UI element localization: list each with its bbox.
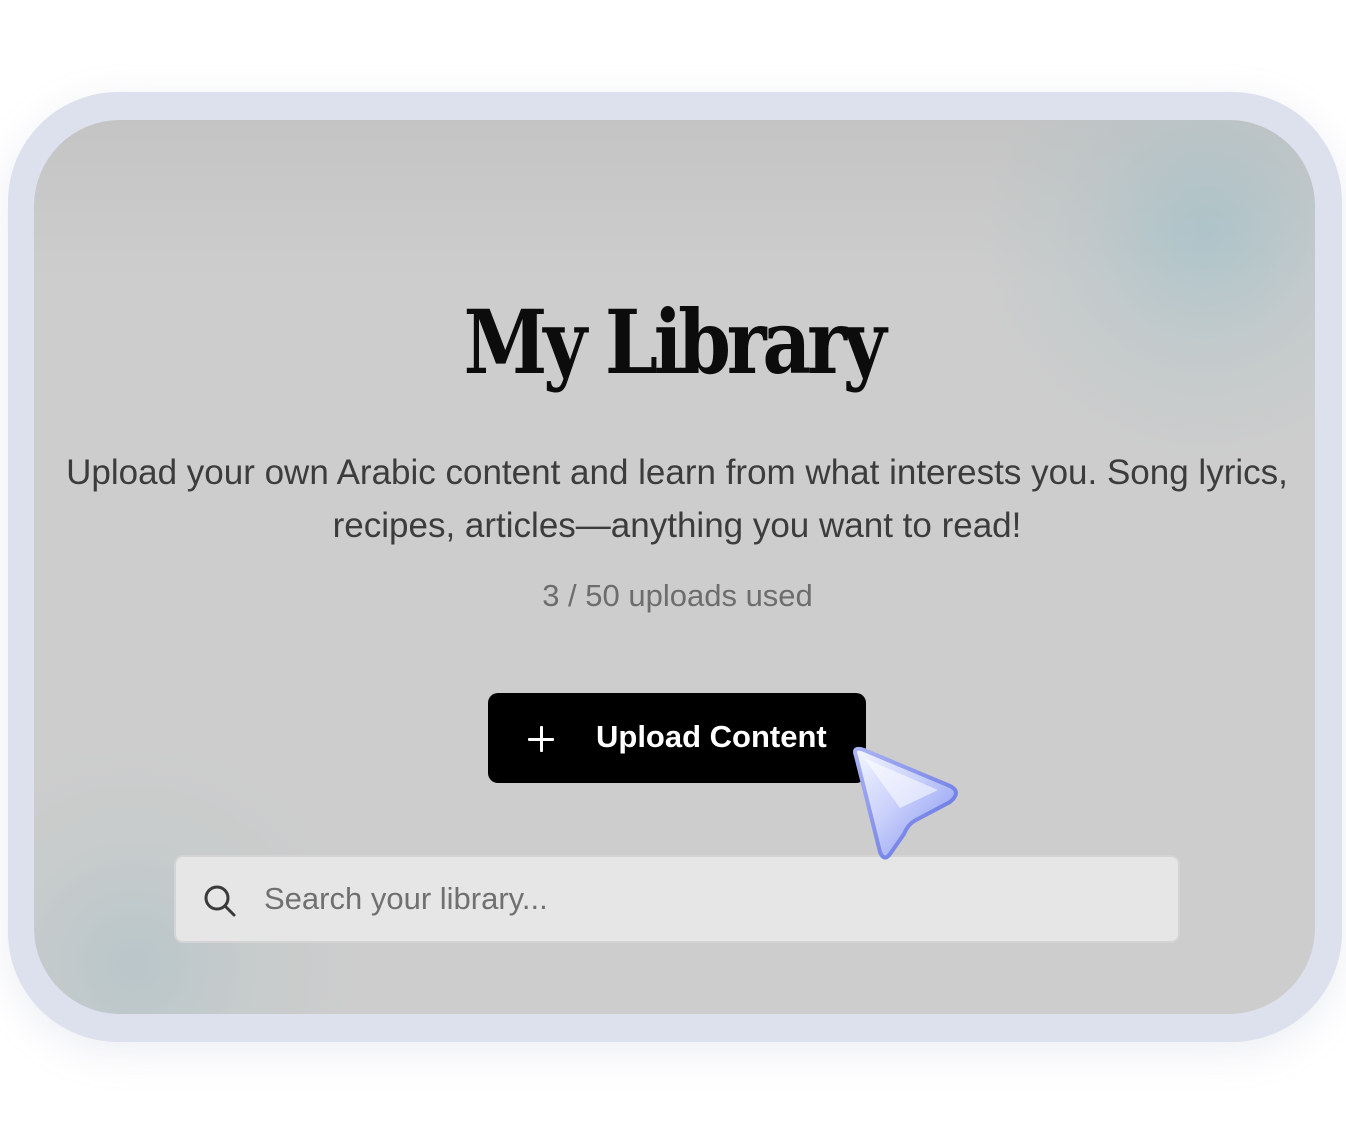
card-glow-top-right bbox=[975, 120, 1315, 460]
upload-usage-counter: 3 / 50 uploads used bbox=[542, 578, 813, 613]
page-description: Upload your own Arabic content and learn… bbox=[66, 453, 1288, 545]
page-title: My Library bbox=[463, 290, 887, 394]
search-icon bbox=[204, 885, 236, 917]
upload-content-label: Upload Content bbox=[596, 719, 827, 754]
plus-icon bbox=[528, 726, 554, 752]
search-bar[interactable] bbox=[174, 855, 1180, 943]
search-input[interactable] bbox=[264, 871, 1144, 927]
upload-content-button[interactable]: Upload Content bbox=[488, 693, 866, 783]
pointer-cursor-icon bbox=[853, 746, 958, 860]
